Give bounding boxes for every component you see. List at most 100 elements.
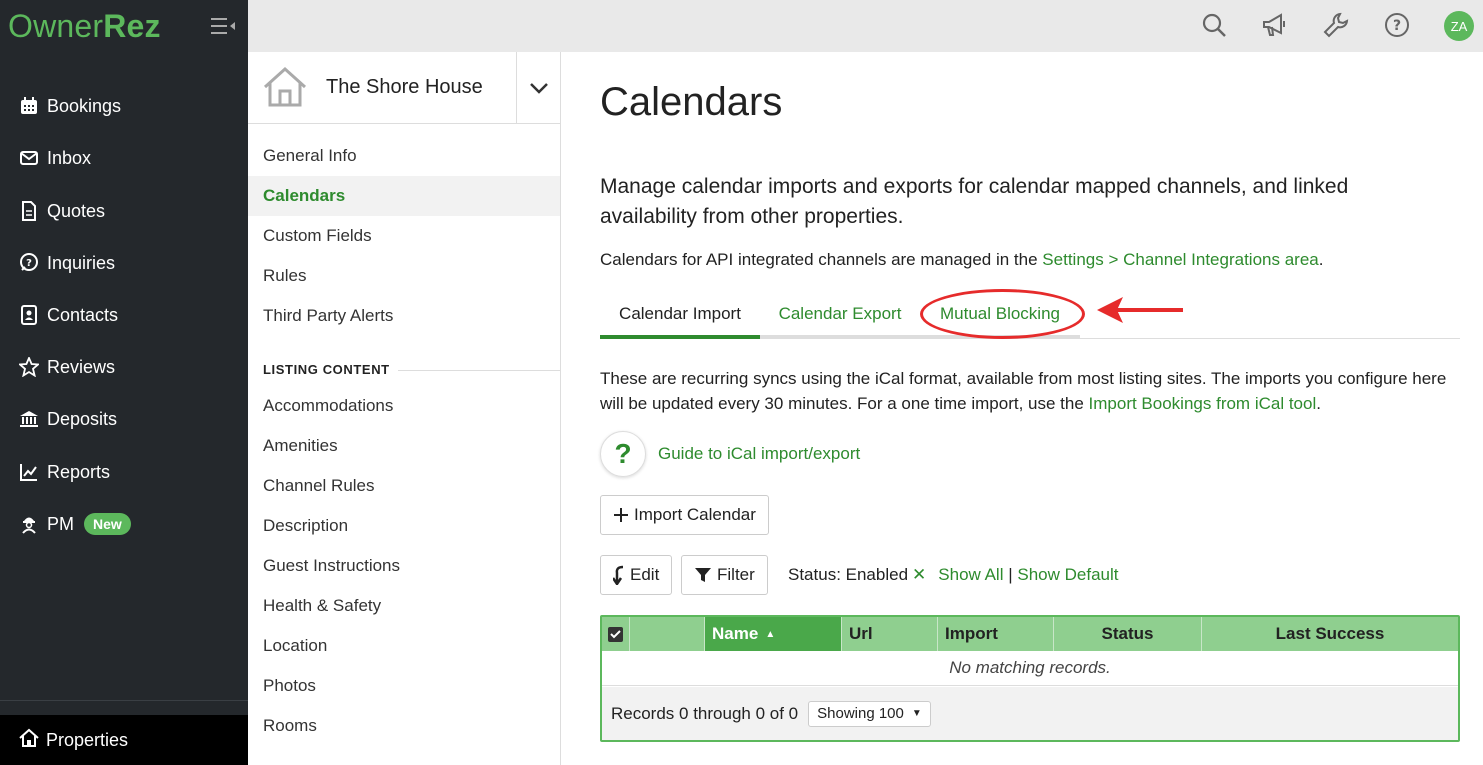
panel-item-custom-fields[interactable]: Custom Fields (248, 216, 560, 256)
show-default-link[interactable]: Show Default (1017, 565, 1118, 584)
column-header-last-success[interactable]: Last Success (1202, 617, 1458, 651)
column-header-import[interactable]: Import (938, 617, 1054, 651)
calendar-icon (18, 95, 40, 117)
column-header-url[interactable]: Url (842, 617, 938, 651)
panel-item-location[interactable]: Location (248, 626, 560, 666)
svg-text:?: ? (26, 258, 32, 269)
nav-properties[interactable]: Properties (0, 715, 248, 765)
sidebar-divider (0, 700, 248, 701)
main-sidebar: OwnerRez Bookings Inbox Quotes ? Inquiri… (0, 0, 248, 765)
plus-icon (614, 508, 628, 522)
channel-integrations-link[interactable]: Settings > Channel Integrations area (1042, 250, 1318, 269)
table-footer: Records 0 through 0 of 0 Showing 100 ▼ (602, 687, 1458, 740)
panel-item-guest-instructions[interactable]: Guest Instructions (248, 546, 560, 586)
select-all-checkbox[interactable] (602, 617, 630, 651)
show-all-link[interactable]: Show All (938, 565, 1003, 584)
nav-label: Contacts (47, 304, 119, 325)
ownerrez-logo[interactable]: OwnerRez (8, 8, 161, 45)
calendar-import-table: Name ▲ Url Import Status Last Success No… (600, 615, 1460, 742)
collapse-sidebar-icon[interactable] (210, 16, 236, 36)
new-badge: New (84, 513, 131, 535)
help-icon[interactable]: ? (1382, 10, 1412, 40)
listing-content-heading: LISTING CONTENT (263, 362, 390, 377)
nav-deposits[interactable]: Deposits (0, 397, 248, 441)
nav-inbox[interactable]: Inbox (0, 136, 248, 180)
sync-note: These are recurring syncs using the iCal… (600, 366, 1450, 416)
tab-calendar-import[interactable]: Calendar Import (600, 292, 760, 339)
sort-ascending-icon: ▲ (765, 628, 776, 640)
nav-label: Reviews (47, 356, 116, 377)
property-selector: The Shore House (248, 52, 561, 124)
edit-button[interactable]: Edit (600, 555, 673, 595)
import-from-ical-link[interactable]: Import Bookings from iCal tool (1089, 394, 1317, 413)
edit-columns-icon (613, 565, 624, 585)
status-filter-label: Status: Enabled (788, 565, 909, 584)
section-divider (398, 370, 560, 371)
property-panel: The Shore House General Info Calendars C… (248, 52, 561, 765)
red-arrow-annotation (1097, 297, 1183, 323)
button-label: Edit (630, 565, 660, 584)
question-mark-icon[interactable]: ? (600, 431, 646, 477)
home-icon (18, 727, 46, 754)
api-note: Calendars for API integrated channels ar… (600, 250, 1323, 270)
nav-label: Reports (47, 461, 111, 482)
empty-table-message: No matching records. (602, 651, 1458, 686)
column-header-actions (630, 617, 705, 651)
filter-status: Status: Enabled ✕ Show All | Show Default (788, 565, 1119, 585)
nav-reports[interactable]: Reports (0, 450, 248, 494)
nav-inquiries[interactable]: ? Inquiries (0, 241, 248, 285)
megaphone-icon[interactable] (1259, 10, 1289, 40)
document-icon (18, 200, 40, 222)
nav-reviews[interactable]: Reviews (0, 345, 248, 389)
filter-icon (695, 568, 711, 582)
tab-calendar-export[interactable]: Calendar Export (760, 292, 920, 339)
highlight-oval-annotation (920, 289, 1085, 339)
panel-item-third-party-alerts[interactable]: Third Party Alerts (248, 296, 560, 336)
contact-card-icon (18, 304, 40, 326)
question-bubble-icon: ? (18, 252, 40, 274)
wrench-icon[interactable] (1321, 10, 1351, 40)
svg-text:?: ? (1393, 18, 1401, 34)
nav-label: PM (47, 513, 74, 534)
page-size-value: Showing 100 (817, 705, 904, 722)
panel-item-rules[interactable]: Rules (248, 256, 560, 296)
panel-item-general-info[interactable]: General Info (248, 136, 560, 176)
user-avatar[interactable]: ZA (1444, 11, 1474, 41)
panel-item-calendars[interactable]: Calendars (248, 176, 560, 216)
sync-note-suffix: . (1316, 394, 1321, 413)
bank-icon (18, 408, 40, 430)
panel-item-description[interactable]: Description (248, 506, 560, 546)
panel-item-photos[interactable]: Photos (248, 666, 560, 706)
nav-contacts[interactable]: Contacts (0, 293, 248, 337)
search-icon[interactable] (1199, 10, 1229, 40)
column-header-name[interactable]: Name ▲ (705, 617, 842, 651)
nav-pm[interactable]: PM New (0, 502, 248, 546)
guide-row: ? Guide to iCal import/export (600, 430, 860, 478)
button-label: Filter (717, 565, 755, 584)
panel-item-amenities[interactable]: Amenities (248, 426, 560, 466)
intro-text: Manage calendar imports and exports for … (600, 175, 1349, 228)
nav-label: Inquiries (47, 252, 116, 273)
worker-icon (18, 513, 40, 535)
nav-bookings[interactable]: Bookings (0, 84, 248, 128)
page-title: Calendars (600, 80, 783, 124)
nav-quotes[interactable]: Quotes (0, 189, 248, 233)
import-calendar-button[interactable]: Import Calendar (600, 495, 769, 535)
clear-filter-icon[interactable]: ✕ (912, 565, 926, 584)
panel-item-channel-rules[interactable]: Channel Rules (248, 466, 560, 506)
column-header-status[interactable]: Status (1054, 617, 1202, 651)
nav-label: Inbox (47, 147, 92, 168)
ical-guide-link[interactable]: Guide to iCal import/export (658, 444, 860, 464)
chevron-down-icon[interactable] (516, 52, 561, 124)
button-label: Import Calendar (634, 505, 756, 524)
property-name[interactable]: The Shore House (326, 76, 483, 99)
api-note-suffix: . (1318, 250, 1324, 269)
filter-button[interactable]: Filter (681, 555, 768, 595)
panel-item-rooms[interactable]: Rooms (248, 706, 560, 746)
panel-item-health-safety[interactable]: Health & Safety (248, 586, 560, 626)
house-icon (263, 66, 307, 107)
panel-item-accommodations[interactable]: Accommodations (248, 386, 560, 426)
page-size-select[interactable]: Showing 100 ▼ (808, 700, 931, 727)
star-icon (18, 356, 40, 378)
records-count: Records 0 through 0 of 0 (611, 703, 799, 723)
